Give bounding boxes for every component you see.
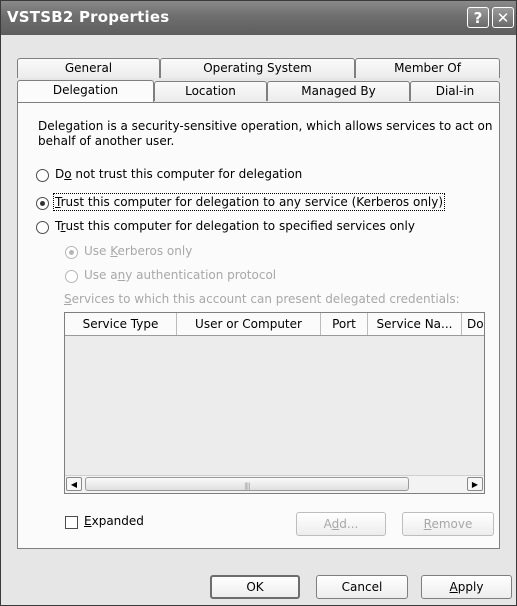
services-list[interactable]: Service Type User or Computer Port Servi… <box>64 312 485 494</box>
tab-member-of[interactable]: Member Of <box>355 58 500 78</box>
delegation-panel: Delegation is a security-sensitive opera… <box>17 102 500 549</box>
services-list-label: Services to which this account can prese… <box>64 292 460 306</box>
title-bar[interactable]: VSTSB2 Properties ? ✕ <box>1 1 516 35</box>
no-trust-label[interactable]: Do not trust this computer for delegatio… <box>55 167 302 181</box>
trust-any-service-label[interactable]: Trust this computer for delegation to an… <box>52 193 446 211</box>
window-title: VSTSB2 Properties <box>7 8 170 26</box>
header-divider <box>65 335 484 336</box>
use-kerberos-only-label[interactable]: Use Kerberos only <box>84 244 192 258</box>
remove-button[interactable]: Remove <box>402 512 494 536</box>
apply-button[interactable]: Apply <box>421 575 512 599</box>
use-any-protocol-radio[interactable] <box>65 270 78 283</box>
use-kerberos-only-radio[interactable] <box>65 246 78 259</box>
column-service-name[interactable]: Service Na... <box>368 313 462 335</box>
column-port[interactable]: Port <box>321 313 368 335</box>
help-button[interactable]: ? <box>467 7 489 28</box>
tab-operating-system[interactable]: Operating System <box>160 58 355 78</box>
scroll-right-icon[interactable]: ▶ <box>467 477 483 491</box>
grip-icon: |||| <box>244 482 251 490</box>
use-any-protocol-label[interactable]: Use any authentication protocol <box>84 268 276 282</box>
expanded-checkbox[interactable] <box>65 516 78 529</box>
delegation-description: Delegation is a security-sensitive opera… <box>38 119 493 148</box>
trust-specified-services-radio[interactable] <box>36 221 49 234</box>
tab-location[interactable]: Location <box>154 81 267 101</box>
tab-delegation[interactable]: Delegation <box>17 80 154 102</box>
expanded-label[interactable]: Expanded <box>84 514 144 528</box>
close-button[interactable]: ✕ <box>492 7 514 28</box>
scroll-left-icon[interactable]: ◀ <box>66 477 82 491</box>
tab-managed-by[interactable]: Managed By <box>267 81 410 101</box>
cancel-button[interactable]: Cancel <box>316 575 408 599</box>
trust-specified-services-label[interactable]: Trust this computer for delegation to sp… <box>55 219 415 233</box>
add-button[interactable]: Add... <box>296 512 386 536</box>
trust-any-service-radio[interactable] <box>36 197 49 210</box>
tab-general[interactable]: General <box>17 58 160 78</box>
ok-button[interactable]: OK <box>210 575 300 599</box>
no-trust-radio[interactable] <box>36 169 49 182</box>
tab-dial-in[interactable]: Dial-in <box>410 81 500 101</box>
scrollbar-thumb[interactable]: |||| <box>85 477 409 491</box>
properties-dialog: VSTSB2 Properties ? ✕ General Operating … <box>0 0 517 606</box>
column-service-type[interactable]: Service Type <box>65 313 177 335</box>
column-user-or-computer[interactable]: User or Computer <box>177 313 321 335</box>
horizontal-scrollbar[interactable]: ◀ |||| ▶ <box>65 475 484 493</box>
column-domain[interactable]: Do <box>462 313 484 335</box>
